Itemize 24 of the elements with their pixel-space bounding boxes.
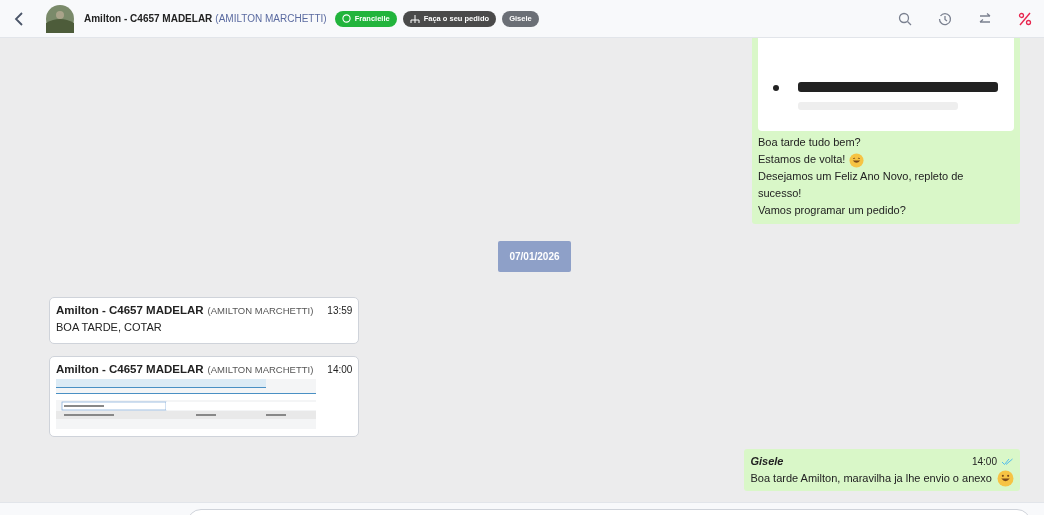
sender-name: Amilton - C4657 MADELAR: [56, 362, 204, 377]
message-text: Desejamos um Feliz Ano Novo, repleto de sucesso!: [758, 170, 964, 199]
percent-icon[interactable]: [1018, 11, 1032, 26]
date-chip: 07/01/2026: [498, 241, 571, 272]
message-text: Vamos programar um pedido?: [758, 204, 906, 216]
message-text: Estamos de volta!: [758, 153, 846, 165]
sender-alias: (AMILTON MARCHETTI): [207, 304, 314, 318]
chat-icon: [341, 14, 351, 23]
search-icon[interactable]: [898, 11, 912, 26]
avatar-icon[interactable]: [46, 4, 74, 33]
contact-alias: (AMILTON MARCHETTI): [215, 13, 327, 24]
message-text: Boa tarde tudo bem?: [758, 136, 861, 148]
message-text: Boa tarde Amilton, maravilha ja lhe envio o anexo: [750, 471, 992, 486]
history-icon[interactable]: [938, 11, 952, 26]
sender-name: Gisele: [750, 454, 784, 469]
message-time: 14:00: [971, 455, 997, 469]
swap-icon[interactable]: [978, 11, 992, 26]
message-time: 13:59: [327, 304, 353, 318]
sender-alias: (AMILTON MARCHETTI): [207, 363, 314, 377]
contact-name: Amilton - C4657 MADELAR: [84, 13, 213, 24]
hierarchy-icon: [409, 13, 420, 24]
sender-name: Amilton - C4657 MADELAR: [56, 303, 204, 318]
message-text: BOA TARDE, COTAR: [56, 320, 162, 335]
message-time: 14:00: [327, 363, 353, 377]
